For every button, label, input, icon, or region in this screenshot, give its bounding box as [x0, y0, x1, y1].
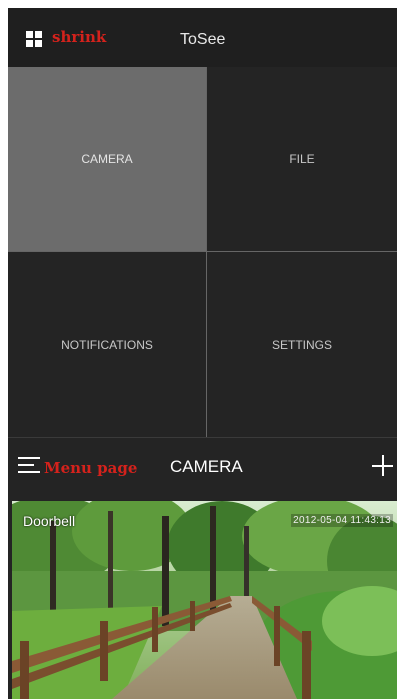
app-title: ToSee	[180, 31, 226, 48]
app-screen: shrink ToSee CAMERA FILE NOTIFICATIONS S…	[8, 8, 397, 699]
camera-preview[interactable]: Doorbell 2012-05-04 11:43:13	[12, 501, 397, 699]
grid-icon[interactable]	[26, 31, 43, 48]
top-bar: shrink ToSee	[8, 8, 397, 67]
camera-header-bar: Menu page CAMERA	[8, 437, 397, 499]
hamburger-icon[interactable]	[18, 457, 40, 473]
tile-notifications[interactable]: NOTIFICATIONS	[8, 252, 206, 437]
plus-icon[interactable]	[372, 455, 393, 476]
menu-tiles: CAMERA FILE NOTIFICATIONS SETTINGS	[8, 67, 397, 437]
camera-name-label: Doorbell	[23, 513, 76, 529]
menu-page-annotation: Menu page	[44, 459, 138, 477]
tile-settings[interactable]: SETTINGS	[207, 252, 397, 437]
park-scene-image	[12, 501, 397, 699]
tile-camera[interactable]: CAMERA	[8, 67, 206, 251]
shrink-annotation: shrink	[52, 28, 107, 46]
section-title: CAMERA	[170, 457, 243, 476]
camera-timestamp: 2012-05-04 11:43:13	[291, 514, 393, 527]
tile-file[interactable]: FILE	[207, 67, 397, 251]
